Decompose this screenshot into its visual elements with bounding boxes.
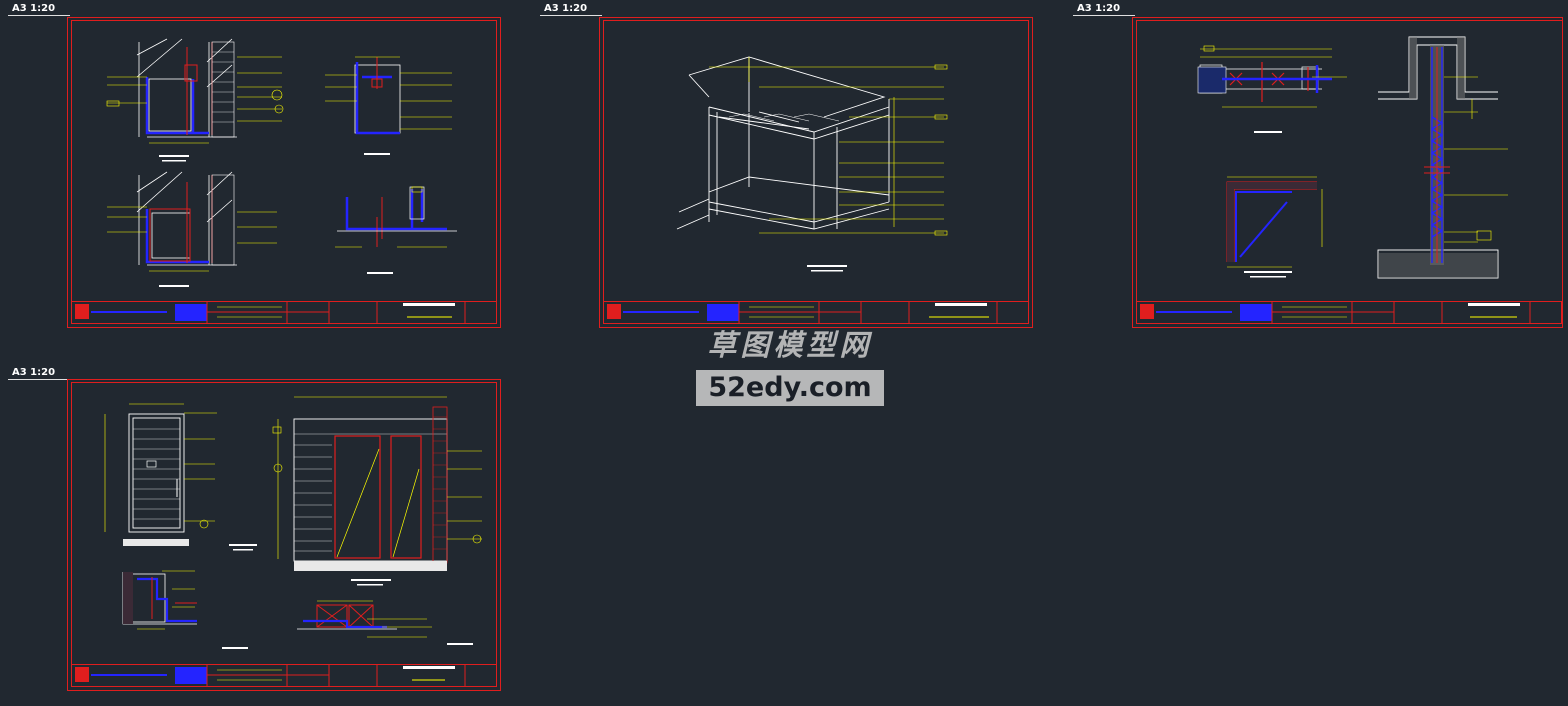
sheet-1-drawing bbox=[67, 17, 501, 328]
sheet-label-underline bbox=[8, 379, 70, 380]
sheet-label-2: A3 1:20 bbox=[544, 3, 588, 14]
sheet-label-3: A3 1:20 bbox=[1077, 3, 1121, 14]
drawing-sheet-4[interactable] bbox=[67, 379, 501, 691]
sheet-label-4: A3 1:20 bbox=[12, 367, 56, 378]
watermark-site: 52edy.com bbox=[696, 370, 884, 406]
drawing-sheet-2[interactable] bbox=[599, 17, 1033, 328]
sheet-label-underline bbox=[8, 15, 70, 16]
watermark-brand: 草图模型网 bbox=[707, 328, 873, 362]
sheet-3-drawing bbox=[1132, 17, 1563, 328]
sheet-label-1: A3 1:20 bbox=[12, 3, 56, 14]
drawing-sheet-1[interactable] bbox=[67, 17, 501, 328]
sheet-2-drawing bbox=[599, 17, 1033, 328]
sheet-label-underline bbox=[1073, 15, 1135, 16]
drawing-sheet-3[interactable] bbox=[1132, 17, 1564, 328]
sheet-4-drawing bbox=[67, 379, 501, 691]
sheet-label-underline bbox=[540, 15, 602, 16]
